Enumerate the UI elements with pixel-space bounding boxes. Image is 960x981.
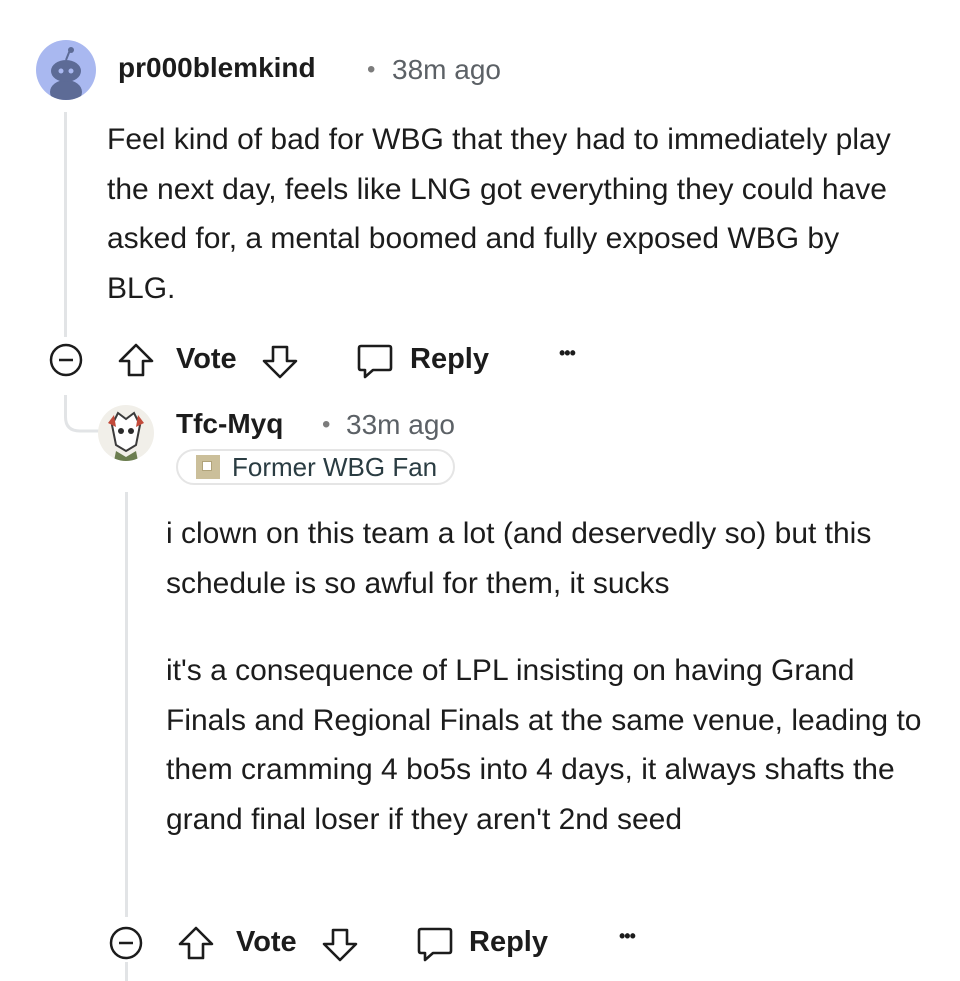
collapse-icon[interactable] xyxy=(108,925,144,961)
flair-text: Former WBG Fan xyxy=(232,451,438,482)
downvote-icon[interactable] xyxy=(260,343,300,381)
upvote-icon[interactable] xyxy=(176,924,216,962)
comment-timestamp: 38m ago xyxy=(392,54,501,85)
reply-label: Reply xyxy=(469,926,548,958)
comment-body: Feel kind of bad for WBG that they had t… xyxy=(107,115,897,313)
comment-paragraph: it's a consequence of LPL insisting on h… xyxy=(166,654,922,836)
flair-badge-icon xyxy=(196,455,220,479)
meta-separator: • xyxy=(322,411,331,438)
thread-line[interactable] xyxy=(64,112,67,337)
comment-paragraph: Feel kind of bad for WBG that they had t… xyxy=(107,123,891,305)
thread-line[interactable] xyxy=(125,492,128,917)
comment-body: i clown on this team a lot (and deserved… xyxy=(166,509,926,844)
reply-bubble-icon xyxy=(357,344,393,379)
reply-bubble-icon xyxy=(417,927,453,962)
meta-separator: • xyxy=(367,56,376,83)
upvote-icon[interactable] xyxy=(116,341,156,379)
user-flair: Former WBG Fan xyxy=(176,449,456,485)
vote-count: Vote xyxy=(176,343,237,375)
custom-avatar-icon xyxy=(108,411,144,461)
more-options-button[interactable]: ••• xyxy=(559,343,576,364)
user-avatar[interactable] xyxy=(98,405,154,461)
comment-author[interactable]: pr000blemkind xyxy=(118,52,316,84)
reply-label: Reply xyxy=(410,343,489,375)
comment-timestamp: 33m ago xyxy=(346,409,455,440)
thread-line xyxy=(125,962,128,981)
collapse-icon[interactable] xyxy=(48,342,84,378)
reddit-snoo-avatar-icon xyxy=(50,47,82,100)
downvote-icon[interactable] xyxy=(320,926,360,964)
comment-author[interactable]: Tfc-Myq xyxy=(176,408,283,440)
comment-paragraph: i clown on this team a lot (and deserved… xyxy=(166,517,872,600)
user-avatar-snoo[interactable] xyxy=(36,40,96,100)
vote-count: Vote xyxy=(236,926,297,958)
more-options-button[interactable]: ••• xyxy=(619,926,636,947)
